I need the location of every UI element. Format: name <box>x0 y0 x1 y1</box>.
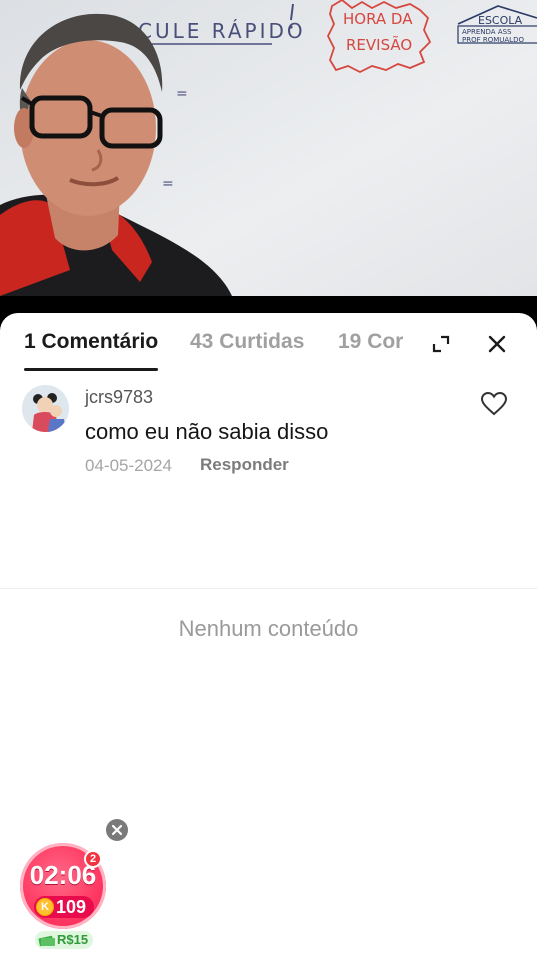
reply-button[interactable]: Responder <box>200 455 289 475</box>
widget-money: R$15 <box>57 932 89 947</box>
board-equal-2: = <box>162 176 174 192</box>
like-button[interactable] <box>480 391 508 417</box>
board-equal-1: = <box>176 86 188 102</box>
close-icon <box>111 824 123 836</box>
video-player[interactable]: CULE RÁPIDO HORA DA REVISÃO ESCOLA APREN… <box>0 0 537 330</box>
board-logo-line2: PROF ROMUALDO <box>462 36 524 44</box>
comment-date: 04-05-2024 <box>85 456 172 475</box>
tab-third[interactable]: 19 Cor <box>338 330 403 353</box>
comment-item: jcrs9783 como eu não sabia disso 04-05-2… <box>0 383 537 493</box>
comment-username[interactable]: jcrs9783 <box>85 387 153 408</box>
tab-comments[interactable]: 1 Comentário <box>24 330 158 354</box>
board-logo-title: ESCOLA <box>478 14 523 27</box>
close-icon <box>488 335 506 353</box>
widget-close-button[interactable] <box>106 819 128 841</box>
avatar[interactable] <box>22 385 69 432</box>
board-logo-line1: APRENDA ASS <box>462 28 512 36</box>
active-tab-indicator <box>24 368 158 371</box>
tab-likes[interactable]: 43 Curtidas <box>190 330 304 354</box>
money-icon <box>38 933 56 947</box>
expand-button[interactable] <box>428 331 454 357</box>
comment-text: como eu não sabia disso <box>85 419 329 444</box>
widget-badge: 2 <box>84 850 102 868</box>
heart-outline-icon <box>480 391 508 416</box>
board-text-top: CULE RÁPIDO <box>138 19 306 43</box>
tab-third-wrapper: 19 Cor <box>338 330 408 354</box>
avatar-image <box>22 385 69 432</box>
section-divider <box>0 588 537 589</box>
widget-coin-count: 109 <box>56 897 87 917</box>
empty-state-text: Nenhum conteúdo <box>178 616 359 641</box>
video-frame: CULE RÁPIDO HORA DA REVISÃO ESCOLA APREN… <box>0 0 537 330</box>
coin-icon: K <box>36 898 54 916</box>
tab-bar: 1 Comentário 43 Curtidas 19 Cor <box>0 313 537 371</box>
close-button[interactable] <box>484 331 510 357</box>
expand-icon <box>432 335 450 353</box>
